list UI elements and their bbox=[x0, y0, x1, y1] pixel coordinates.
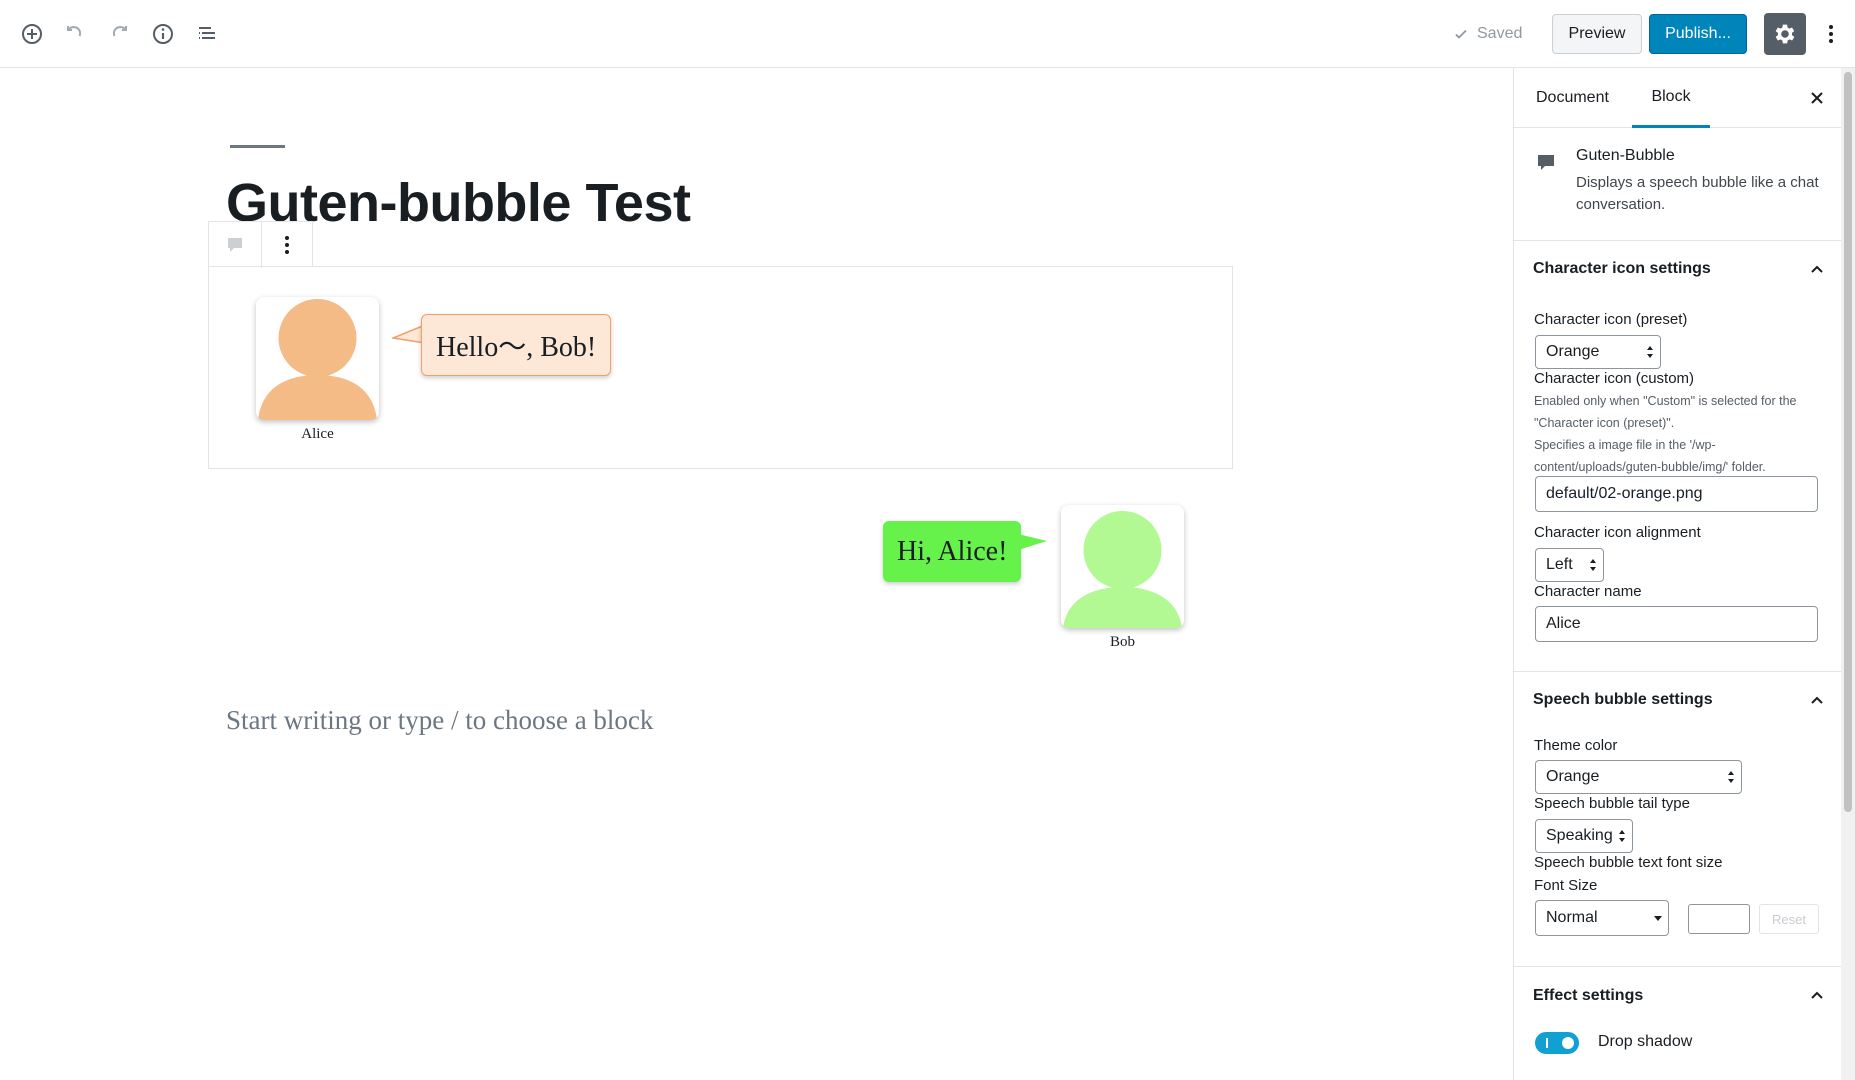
select-value: Orange bbox=[1546, 768, 1600, 785]
panel-toggle[interactable]: Effect settings bbox=[1514, 967, 1841, 1025]
gear-icon bbox=[1775, 24, 1795, 44]
speech-bubble[interactable]: Hi, Alice! bbox=[883, 521, 1022, 582]
avatar bbox=[1061, 505, 1184, 628]
undo-icon[interactable] bbox=[59, 18, 91, 50]
panel-toggle[interactable]: Character icon settings bbox=[1514, 241, 1841, 297]
select-value: Speaking bbox=[1546, 827, 1613, 844]
speech-bubble-icon bbox=[227, 238, 242, 252]
settings-sidebar: Document Block Guten-Bubble Displays a s… bbox=[1513, 68, 1841, 1080]
outline-list-icon[interactable] bbox=[191, 18, 223, 50]
more-options-icon[interactable] bbox=[1815, 18, 1847, 50]
panel-title: Character icon settings bbox=[1533, 260, 1711, 277]
settings-button[interactable] bbox=[1764, 13, 1806, 55]
block-more-button[interactable] bbox=[260, 222, 313, 268]
tail-type-label: Speech bubble tail type bbox=[1534, 795, 1690, 812]
font-size-select[interactable]: Normal bbox=[1535, 900, 1669, 936]
select-arrows-icon bbox=[1619, 830, 1625, 842]
block-placeholder[interactable]: Start writing or type / to choose a bloc… bbox=[226, 705, 653, 736]
toggle-on-indicator bbox=[1546, 1038, 1548, 1048]
preview-button[interactable]: Preview bbox=[1552, 14, 1642, 54]
scrollbar-thumb[interactable] bbox=[1844, 72, 1852, 812]
block-name: Guten-Bubble bbox=[1576, 147, 1675, 164]
character-name: Alice bbox=[301, 426, 334, 442]
drop-shadow-label: Drop shadow bbox=[1598, 1033, 1693, 1050]
alignment-select[interactable]: Left bbox=[1535, 548, 1604, 582]
speech-bubble-icon bbox=[1538, 155, 1554, 170]
reset-button[interactable]: Reset bbox=[1759, 904, 1819, 934]
chevron-up-icon bbox=[1811, 696, 1823, 704]
redo-icon[interactable] bbox=[103, 18, 135, 50]
panel-title: Effect settings bbox=[1533, 987, 1644, 1004]
character-bob: Bob bbox=[1061, 505, 1184, 651]
preset-label: Character icon (preset) bbox=[1534, 311, 1688, 328]
block-toolbar bbox=[208, 221, 313, 268]
drop-shadow-toggle[interactable] bbox=[1535, 1032, 1579, 1054]
title-separator bbox=[230, 145, 285, 148]
tab-document[interactable]: Document bbox=[1536, 68, 1609, 128]
sidebar-scrollbar[interactable] bbox=[1841, 68, 1855, 1080]
font-size-label: Font Size bbox=[1534, 877, 1598, 894]
select-arrows-icon bbox=[1590, 559, 1596, 571]
publish-button[interactable]: Publish... bbox=[1649, 14, 1747, 54]
custom-help: Enabled only when "Custom" is selected f… bbox=[1534, 394, 1797, 430]
panel-toggle[interactable]: Speech bubble settings bbox=[1514, 672, 1841, 728]
character-name-label: Character name bbox=[1534, 583, 1642, 600]
font-size-section-label: Speech bubble text font size bbox=[1534, 854, 1723, 871]
preset-select[interactable]: Orange bbox=[1535, 335, 1661, 369]
saved-status: Saved bbox=[1453, 22, 1522, 46]
info-icon[interactable] bbox=[147, 18, 179, 50]
theme-color-select[interactable]: Orange bbox=[1535, 760, 1742, 794]
editor-header: Saved Preview Publish... bbox=[0, 0, 1855, 68]
panel-title: Speech bubble settings bbox=[1533, 691, 1713, 708]
custom-font-size-input[interactable] bbox=[1688, 904, 1750, 934]
character-name-input[interactable]: Alice bbox=[1535, 606, 1818, 642]
tail-type-select[interactable]: Speaking bbox=[1535, 819, 1633, 853]
block-description: Displays a speech bubble like a chat con… bbox=[1576, 174, 1819, 213]
select-value: Left bbox=[1546, 556, 1573, 573]
chevron-up-icon bbox=[1811, 265, 1823, 273]
more-vertical-icon bbox=[284, 236, 289, 254]
chevron-up-icon bbox=[1811, 991, 1823, 999]
toggle-knob bbox=[1562, 1037, 1574, 1049]
speech-bubble[interactable]: Hello～, Bob! bbox=[421, 314, 612, 376]
character-icon-panel: Character icon settings Character icon (… bbox=[1514, 241, 1841, 672]
select-arrows-icon bbox=[1728, 771, 1734, 783]
select-arrows-icon bbox=[1647, 346, 1653, 358]
custom-help-path: Specifies a image file in the '/wp-conte… bbox=[1534, 438, 1766, 474]
speech-bubble-panel: Speech bubble settings Theme color Orang… bbox=[1514, 672, 1841, 967]
select-value: Normal bbox=[1546, 909, 1598, 926]
editor-canvas: Guten-bubble Test Alice Hello～, Bob! Hi,… bbox=[0, 68, 1513, 1080]
bubble-tail bbox=[1018, 534, 1047, 550]
character-alice: Alice bbox=[256, 297, 379, 443]
saved-label: Saved bbox=[1477, 25, 1523, 42]
effect-panel: Effect settings Drop shadow bbox=[1514, 967, 1841, 1080]
block-card: Guten-Bubble Displays a speech bubble li… bbox=[1514, 128, 1841, 241]
custom-label: Character icon (custom) bbox=[1534, 370, 1695, 387]
avatar bbox=[256, 297, 379, 420]
character-name: Bob bbox=[1109, 634, 1135, 650]
alignment-label: Character icon alignment bbox=[1534, 524, 1701, 541]
add-block-icon[interactable] bbox=[16, 18, 48, 50]
theme-color-label: Theme color bbox=[1534, 737, 1618, 754]
select-value: Orange bbox=[1546, 343, 1600, 360]
sidebar-tabs: Document Block bbox=[1514, 68, 1841, 128]
chevron-down-icon bbox=[1654, 916, 1662, 921]
custom-icon-input[interactable]: default/02-orange.png bbox=[1535, 476, 1818, 512]
block-type-button[interactable] bbox=[209, 222, 261, 268]
tab-block[interactable]: Block bbox=[1632, 68, 1710, 128]
check-icon bbox=[1455, 29, 1467, 39]
close-icon[interactable] bbox=[1805, 86, 1829, 110]
